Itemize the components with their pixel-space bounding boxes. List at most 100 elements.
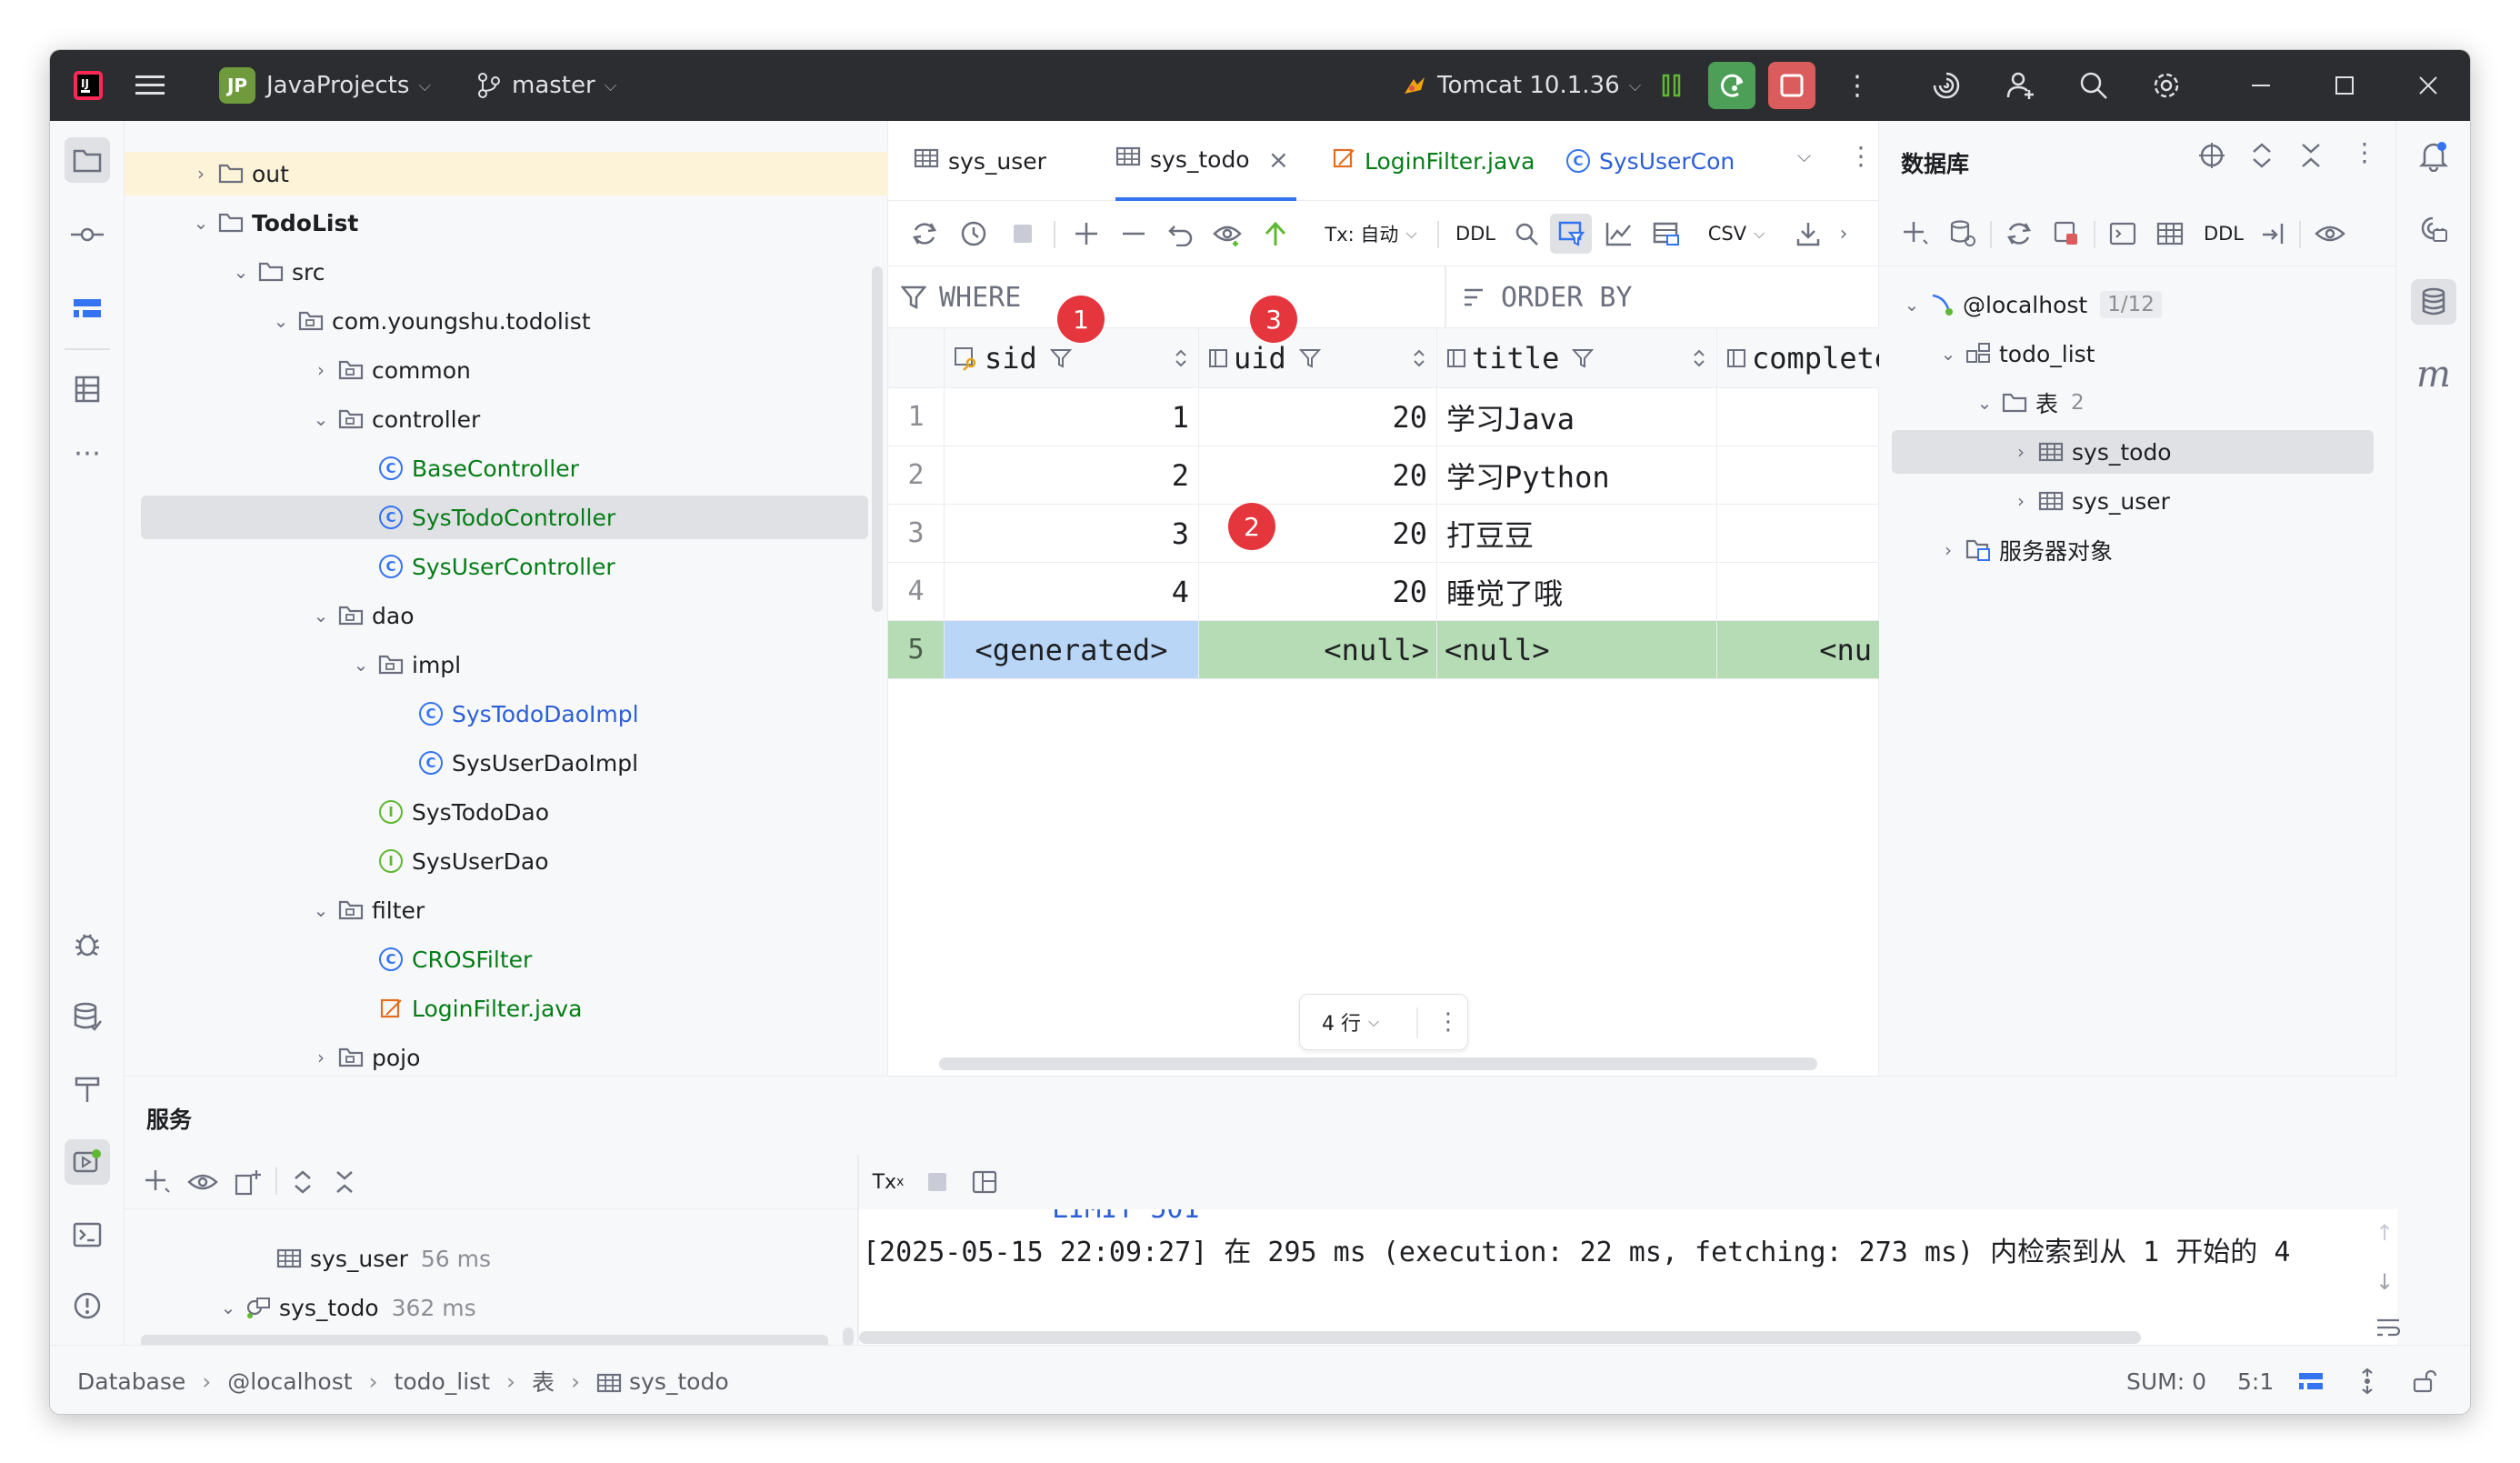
add-user-icon[interactable] [2003,67,2039,104]
datasource-properties-icon[interactable] [1945,214,1981,254]
project-tree-item[interactable]: C SysUserDaoImpl [125,741,866,785]
new-row-cell-completed[interactable]: <nu [1717,621,1879,679]
db-tree-item[interactable]: › sys_user [1879,479,2370,523]
disconnect-icon[interactable] [2048,214,2085,254]
grid-cell-sid[interactable]: 3 [945,505,1199,563]
chevron-right-icon[interactable]: › [2010,441,2032,463]
grid-cell-title[interactable]: 打豆豆 [1437,505,1717,563]
row-number[interactable]: 1 [888,388,945,446]
open-console-icon[interactable] [2105,214,2141,254]
debug-bug-icon[interactable] [65,921,110,967]
soft-wrap-icon[interactable] [2375,1317,2401,1345]
db-tree-item[interactable]: ⌄ 表 2 [1879,381,2370,425]
grid-cell-sid[interactable]: 4 [945,563,1199,621]
project-tree-item[interactable]: C SysTodoDaoImpl [125,692,866,736]
pause-icon[interactable] [1654,67,1690,104]
services-scrollbar[interactable] [843,1328,854,1346]
column-sort-icon[interactable] [1693,348,1705,368]
run-config-selector[interactable]: Tomcat 10.1.36 ⌵ [1401,50,1641,121]
project-switcher[interactable]: JP JavaProjects ⌵ [219,50,431,121]
chevron-down-icon[interactable]: ⌄ [217,1297,239,1318]
column-header-completed[interactable]: completed [1717,328,1945,388]
project-tree-item[interactable]: I SysTodoDao [125,790,866,834]
scroll-up-arrow-icon[interactable]: ↑ [2375,1220,2394,1246]
more-vertical-icon[interactable]: ⋮ [1436,1008,1460,1036]
console-layout-icon[interactable] [966,1162,1003,1202]
row-number[interactable]: 3 [888,505,945,563]
row-number[interactable]: 5 [888,621,945,679]
search-icon[interactable] [2075,67,2112,104]
project-tree-item[interactable]: C BaseController [125,446,866,490]
stop-query-icon[interactable] [1005,214,1041,254]
caret-position[interactable]: 5:1 [2237,1346,2274,1414]
chevron-down-icon[interactable]: ⌄ [1937,343,1959,365]
grid-cell-sid[interactable]: 1 [945,388,1199,446]
scroll-down-arrow-icon[interactable]: ↓ [2375,1269,2394,1295]
chevron-down-icon[interactable]: ⌄ [270,310,292,332]
project-tree-item[interactable]: C CROSFilter [125,937,866,981]
chevron-right-icon[interactable]: › [2010,490,2032,512]
search-grid-icon[interactable] [1508,214,1545,254]
project-tree-item[interactable]: › common [125,348,866,392]
grid-cell-uid[interactable]: 20 [1199,388,1437,446]
build-hammer-icon[interactable] [65,1067,110,1112]
column-sort-icon[interactable] [1175,348,1187,368]
maximize-icon[interactable] [2326,67,2363,104]
chevron-down-icon[interactable]: ⌄ [190,212,212,234]
db-table-icon[interactable] [2152,214,2188,254]
db-tree-item[interactable]: ⌄ todo_list [1879,332,2370,376]
filter-view-icon[interactable] [1550,214,1592,254]
new-tab-icon[interactable] [230,1162,266,1202]
grid-cell-completed[interactable] [1717,505,1879,563]
chevron-right-icon[interactable]: › [310,1047,332,1068]
console-horizontal-scrollbar[interactable] [859,1331,2141,1344]
services-view-eye-icon[interactable] [185,1162,221,1202]
editor-tab[interactable]: LoginFilter.java [1332,121,1535,201]
chevron-right-icon[interactable]: › [310,359,332,381]
stop-button[interactable] [1768,62,1815,109]
grid-cell-sid[interactable]: 2 [945,446,1199,505]
chevron-right-icon[interactable]: › [1830,214,1857,254]
project-scrollbar[interactable] [872,266,883,612]
database-tool-icon[interactable] [2411,279,2456,325]
db-tree-item[interactable]: › 服务器对象 [1879,528,2370,572]
sum-indicator[interactable]: SUM: 0 [2126,1346,2206,1414]
maven-m-icon[interactable]: m [2411,352,2456,397]
ai-assistant-icon[interactable] [1928,67,1965,104]
tx-console-button[interactable]: Tx x [870,1162,906,1202]
download-icon[interactable] [1790,214,1826,254]
breadcrumb-item[interactable]: todo_list [395,1368,490,1395]
collapse-all-icon[interactable] [326,1162,363,1202]
delete-row-icon[interactable] [1115,214,1152,254]
grid-cell-completed[interactable] [1717,563,1879,621]
db-refresh-icon[interactable] [2001,214,2037,254]
grid-horizontal-scrollbar[interactable] [939,1057,1817,1070]
chevron-down-icon[interactable]: ⌄ [1974,392,1995,414]
jump-to-icon[interactable] [2255,214,2292,254]
chevron-down-icon[interactable]: ⌄ [310,408,332,430]
table-view-icon[interactable] [1648,214,1685,254]
project-tree-item[interactable]: › out [125,152,888,195]
project-tree-item[interactable]: ⌄ TodoList [125,201,866,245]
services-tree-item[interactable]: ⌄ sys_todo 362 ms [125,1286,834,1329]
terminal-icon[interactable] [65,1212,110,1258]
order-by-input[interactable]: ORDER BY [1463,266,1633,328]
ddl-button[interactable]: DDL [1448,214,1503,254]
commit-tool-icon[interactable] [65,212,110,257]
expand-all-icon[interactable] [2250,141,2274,176]
column-header-title[interactable]: title [1437,328,1717,388]
project-tree-item[interactable]: ⌄ dao [125,594,866,637]
console-stop-icon[interactable] [919,1162,955,1202]
project-tree-item[interactable]: ⌄ impl [125,643,866,686]
chevron-down-icon[interactable]: ⌄ [310,899,332,921]
column-sort-icon[interactable] [1413,348,1425,368]
submit-upload-icon[interactable] [1257,214,1294,254]
history-clock-icon[interactable] [955,214,992,254]
export-format-dropdown[interactable]: CSV ⌵ [1695,214,1777,254]
database-check-icon[interactable] [65,994,110,1039]
tx-mode-dropdown[interactable]: Tx: 自动 ⌵ [1312,214,1430,254]
grid-cell-uid[interactable]: 20 [1199,446,1437,505]
chevron-down-icon[interactable]: ⌄ [310,605,332,626]
expand-all-icon[interactable] [285,1162,321,1202]
add-datasource-icon[interactable] [1897,214,1934,254]
